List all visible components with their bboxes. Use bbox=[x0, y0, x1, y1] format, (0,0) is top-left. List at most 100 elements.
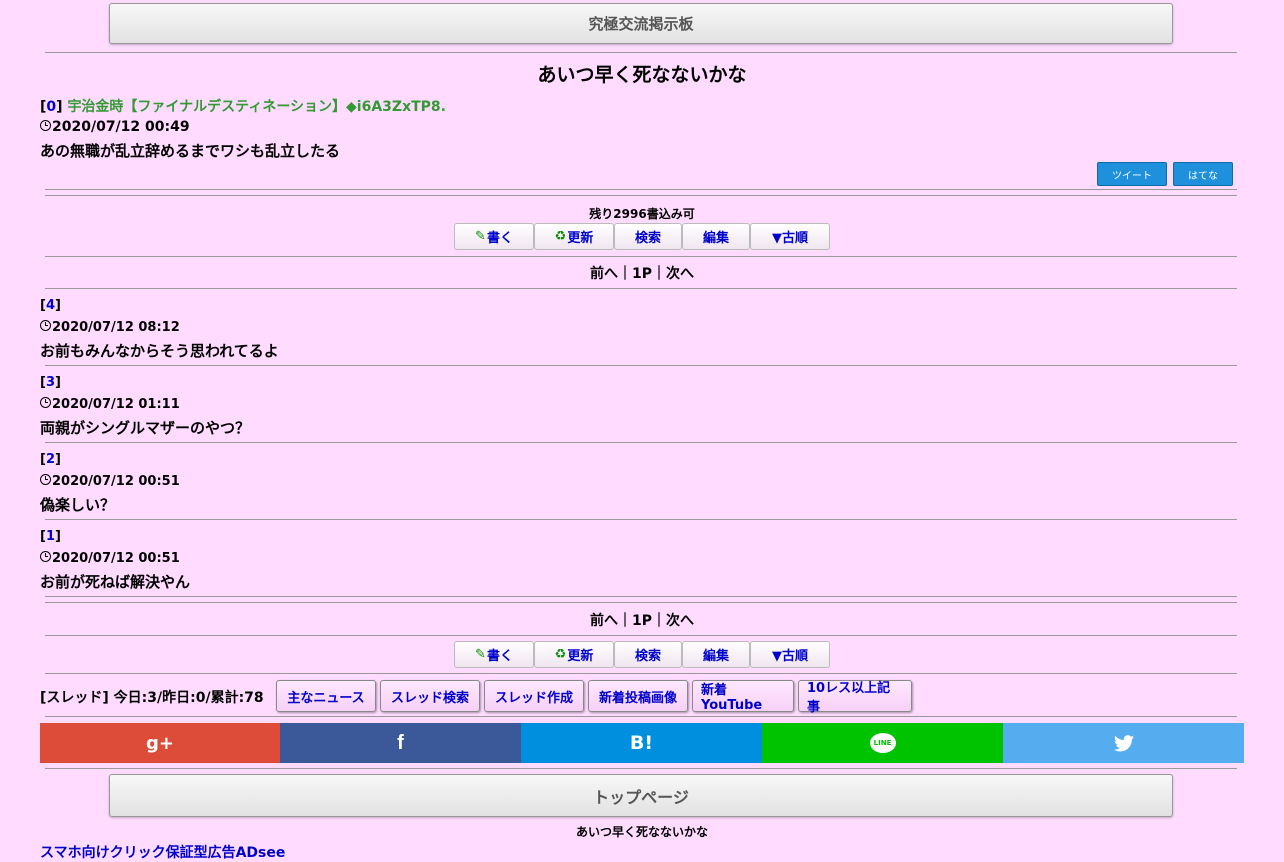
write-button[interactable]: ✎ 書く bbox=[454, 641, 534, 668]
post-date: 2020/07/12 08:12 bbox=[52, 320, 180, 335]
search-label: 検索 bbox=[634, 231, 661, 246]
write-button[interactable]: ✎ 書く bbox=[454, 223, 534, 250]
refresh-icon: ♻ bbox=[554, 229, 567, 244]
news-label: 主なニュース bbox=[287, 690, 365, 706]
search-button[interactable]: 検索 bbox=[614, 223, 682, 250]
edit-button[interactable]: 編集 bbox=[682, 223, 750, 250]
top-page-label: トップページ bbox=[593, 787, 689, 807]
gplus-share-button[interactable]: g+ bbox=[40, 723, 280, 763]
new-images-label: 新着投稿画像 bbox=[598, 690, 677, 706]
pager-text[interactable]: 前へ｜1P｜次へ bbox=[590, 613, 694, 629]
thread-nav-top: ✎ 書く ♻ 更新 検索 編集 ▼古順 bbox=[454, 223, 830, 250]
pencil-icon: ✎ bbox=[475, 229, 486, 244]
divider bbox=[45, 602, 1237, 603]
write-label: 書く bbox=[486, 649, 513, 664]
new-youtube-label: 新着YouTube bbox=[701, 683, 763, 713]
post-date-row: 2020/07/12 08:12 bbox=[40, 320, 180, 335]
ten-res-label: 10レス以上記事 bbox=[807, 681, 891, 715]
line-share-button[interactable]: LINE bbox=[762, 723, 1003, 763]
refresh-icon: ♻ bbox=[554, 647, 567, 662]
post-number: [3] bbox=[40, 375, 61, 390]
divider bbox=[45, 716, 1237, 717]
hatena-share-button[interactable]: はてな bbox=[1173, 162, 1233, 186]
post-date: 2020/07/12 00:51 bbox=[52, 474, 180, 489]
post-number-link[interactable]: 1 bbox=[46, 529, 55, 544]
order-button[interactable]: ▼古順 bbox=[750, 223, 830, 250]
post-number-link[interactable]: 2 bbox=[46, 452, 55, 467]
divider bbox=[45, 673, 1237, 674]
footer-thread-title: あいつ早く死なないかな bbox=[575, 825, 708, 839]
post-message: 両親がシングルマザーのやつ？ bbox=[40, 419, 251, 437]
facebook-share-button[interactable]: f bbox=[280, 723, 521, 763]
post-date-row: 2020/07/12 00:51 bbox=[40, 551, 180, 566]
op-message: あの無職が乱立辞めるまでワシも乱立したる bbox=[40, 142, 341, 160]
post-number-link[interactable]: 4 bbox=[46, 298, 55, 313]
op-number-link[interactable]: 0 bbox=[46, 99, 56, 115]
thread-title: あいつ早く死なないかな bbox=[537, 64, 747, 86]
op-date-row: 2020/07/12 00:49 bbox=[40, 119, 190, 135]
thread-create-button[interactable]: スレッド作成 bbox=[484, 680, 584, 712]
order-button[interactable]: ▼古順 bbox=[750, 641, 830, 668]
refresh-button[interactable]: ♻ 更新 bbox=[534, 223, 614, 250]
thread-search-button[interactable]: スレッド検索 bbox=[380, 680, 480, 712]
twitter-share-button[interactable] bbox=[1003, 723, 1244, 763]
divider bbox=[45, 52, 1237, 53]
refresh-label: 更新 bbox=[567, 649, 594, 664]
post-number: [4] bbox=[40, 298, 61, 313]
op-header: [0] 宇治金時【ファイナルデスティネーション】◆i6A3ZxTP8. bbox=[40, 99, 446, 115]
post-message: 偽楽しい？ bbox=[40, 496, 116, 514]
hatena-bookmark-button[interactable]: B! bbox=[521, 723, 762, 763]
top-page-button[interactable]: トップページ bbox=[109, 774, 1173, 817]
thread-stats: [スレッド] 今日:3/昨日:0/累計:78 bbox=[40, 690, 264, 706]
divider bbox=[45, 256, 1237, 257]
board-title: 究極交流掲示板 bbox=[588, 15, 694, 33]
clock-icon bbox=[40, 551, 51, 562]
clock-icon bbox=[40, 474, 51, 485]
board-title-button[interactable]: 究極交流掲示板 bbox=[109, 3, 1173, 44]
facebook-icon: f bbox=[397, 731, 404, 754]
divider bbox=[45, 635, 1237, 636]
search-label: 検索 bbox=[634, 649, 661, 664]
divider bbox=[45, 365, 1237, 366]
divider bbox=[45, 189, 1237, 190]
new-images-button[interactable]: 新着投稿画像 bbox=[588, 680, 688, 712]
ten-res-button[interactable]: 10レス以上記事 bbox=[798, 680, 912, 715]
clock-icon bbox=[40, 320, 51, 331]
pencil-icon: ✎ bbox=[475, 647, 486, 662]
edit-label: 編集 bbox=[702, 649, 729, 664]
pager-bottom[interactable]: 前へ｜1P｜次へ bbox=[0, 610, 1284, 630]
post-number: [2] bbox=[40, 452, 61, 467]
post-date: 2020/07/12 01:11 bbox=[52, 397, 180, 412]
divider bbox=[45, 596, 1237, 597]
thread-search-label: スレッド検索 bbox=[390, 690, 469, 706]
pager-text[interactable]: 前へ｜1P｜次へ bbox=[590, 266, 694, 282]
remaining-count: 残り2996書込み可 bbox=[589, 207, 695, 221]
edit-button[interactable]: 編集 bbox=[682, 641, 750, 668]
divider bbox=[45, 768, 1237, 769]
post-number-link[interactable]: 3 bbox=[46, 375, 55, 390]
hatena-label: はてな bbox=[1188, 170, 1218, 182]
clock-icon bbox=[40, 120, 51, 131]
post-message: お前が死ねば解決やん bbox=[40, 573, 191, 591]
tweet-button[interactable]: ツイート bbox=[1097, 162, 1167, 186]
ad-link[interactable]: スマホ向けクリック保証型広告ADsee bbox=[40, 842, 285, 862]
new-youtube-button[interactable]: 新着YouTube bbox=[692, 680, 794, 713]
order-label: ▼古順 bbox=[772, 649, 808, 664]
clock-icon bbox=[40, 397, 51, 408]
news-link-button[interactable]: 主なニュース bbox=[276, 680, 376, 712]
tweet-label: ツイート bbox=[1112, 170, 1152, 182]
divider bbox=[45, 442, 1237, 443]
op-author: 宇治金時【ファイナルデスティネーション】◆i6A3ZxTP8. bbox=[67, 99, 446, 115]
post-date-row: 2020/07/12 00:51 bbox=[40, 474, 180, 489]
write-label: 書く bbox=[486, 231, 513, 246]
post-date-row: 2020/07/12 01:11 bbox=[40, 397, 180, 412]
thread-create-label: スレッド作成 bbox=[494, 690, 573, 706]
refresh-button[interactable]: ♻ 更新 bbox=[534, 641, 614, 668]
search-button[interactable]: 検索 bbox=[614, 641, 682, 668]
gplus-icon: g+ bbox=[146, 732, 174, 754]
twitter-icon bbox=[1113, 734, 1134, 751]
refresh-label: 更新 bbox=[567, 231, 594, 246]
hatena-bookmark-icon: B! bbox=[629, 732, 654, 754]
pager-top[interactable]: 前へ｜1P｜次へ bbox=[0, 263, 1284, 283]
op-date: 2020/07/12 00:49 bbox=[52, 119, 190, 135]
